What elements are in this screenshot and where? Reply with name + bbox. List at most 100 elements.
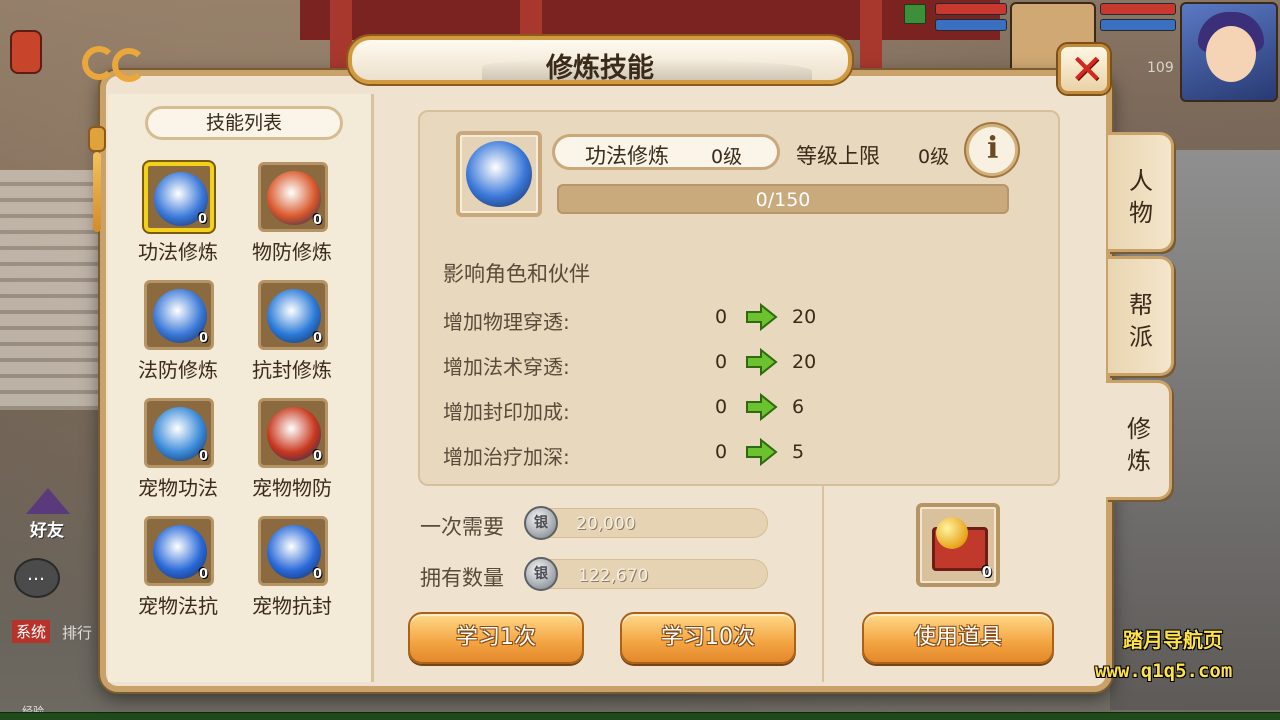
- tab-character-label: 人物: [1129, 167, 1153, 227]
- stat-current: 0: [715, 306, 728, 328]
- cost-bar: [528, 508, 768, 538]
- stat-row: 增加封印加成: 0 6: [443, 392, 863, 426]
- hero-mp-bar: [1100, 19, 1176, 31]
- info-icon: i: [987, 131, 999, 166]
- skill-icon: 0: [258, 162, 328, 232]
- exp-bar: [0, 712, 1280, 720]
- silver-coin-icon: 银: [524, 506, 558, 540]
- close-button[interactable]: ✕: [1058, 44, 1110, 94]
- pet-mp-bar: [935, 19, 1007, 31]
- owned-value: 122,670: [578, 566, 649, 586]
- skill-name: 功法修炼: [585, 144, 669, 168]
- hero-face: [1206, 26, 1256, 82]
- hero-portrait[interactable]: [1180, 2, 1278, 102]
- silver-coin-icon: 银: [524, 557, 558, 591]
- chat-icon[interactable]: [14, 558, 60, 598]
- stat-next: 20: [792, 306, 817, 328]
- skill-name-pill: 功法修炼 0级: [552, 134, 780, 170]
- skill-item[interactable]: 0 法防修炼: [138, 280, 248, 390]
- skill-count: 0: [312, 449, 322, 464]
- tab-guild[interactable]: 帮派: [1108, 256, 1174, 376]
- stat-label: 增加法术穿透:: [443, 355, 570, 379]
- use-item-button[interactable]: 使用道具: [862, 612, 1054, 664]
- rank-text: 排行: [62, 624, 93, 642]
- green-arrow-icon: [746, 302, 778, 332]
- skill-count: 0: [197, 212, 207, 227]
- skill-label: 法防修炼: [138, 358, 218, 382]
- skill-label: 宠物法抗: [138, 594, 218, 618]
- skill-icon: 0: [144, 516, 214, 586]
- learn-once-button[interactable]: 学习1次: [408, 612, 584, 664]
- pet-hp-bar: [935, 3, 1007, 15]
- skill-icon: 0: [144, 398, 214, 468]
- stat-next: 5: [792, 441, 805, 463]
- tab-cultivation[interactable]: 修炼: [1106, 380, 1172, 500]
- stat-label: 增加封印加成:: [443, 400, 570, 424]
- friend-icon: [26, 488, 70, 514]
- skill-item[interactable]: 0 宠物物防: [252, 398, 362, 508]
- close-icon: ✕: [1070, 47, 1104, 93]
- tab-guild-label: 帮派: [1129, 291, 1153, 351]
- cloud-ornament: [82, 46, 152, 86]
- skill-icon: 0: [258, 280, 328, 350]
- cost-value: 20,000: [576, 514, 636, 534]
- skill-list-header: 技能列表: [145, 106, 343, 140]
- stat-row: 增加治疗加深: 0 5: [443, 437, 863, 471]
- level-cap-label: 等级上限: [796, 144, 880, 168]
- skill-count: 0: [198, 567, 208, 582]
- skill-icon: 0: [144, 162, 214, 232]
- skill-count: 0: [312, 213, 322, 228]
- stat-label: 增加治疗加深:: [443, 445, 570, 469]
- skill-count: 0: [312, 567, 322, 582]
- stat-next: 6: [792, 396, 805, 418]
- skill-item[interactable]: 0 抗封修炼: [252, 280, 362, 390]
- window-title: 修炼技能: [546, 53, 654, 84]
- stat-current: 0: [715, 351, 728, 373]
- skill-icon: 0: [258, 398, 328, 468]
- pet-status-bars: [935, 3, 1007, 43]
- skill-item[interactable]: 0 宠物抗封: [252, 516, 362, 626]
- green-arrow-icon: [746, 392, 778, 422]
- info-button[interactable]: i: [966, 124, 1018, 176]
- skill-emblem-icon: [466, 141, 532, 207]
- lantern-icon: [10, 30, 42, 74]
- level-cap-value: 0级: [918, 146, 950, 168]
- skill-icon: 0: [144, 280, 214, 350]
- hero-hp-bar: [1100, 3, 1176, 15]
- buff-icon[interactable]: [904, 4, 926, 24]
- exp-progress-bar: 0/150: [557, 184, 1009, 214]
- tab-character[interactable]: 人物: [1108, 132, 1174, 252]
- skill-label: 抗封修炼: [252, 358, 332, 382]
- temple-roof: [300, 0, 1000, 40]
- tassel-ornament: [84, 96, 110, 236]
- green-arrow-icon: [746, 437, 778, 467]
- skill-item[interactable]: 0 宠物功法: [138, 398, 248, 508]
- skill-count: 0: [312, 331, 322, 346]
- skill-item[interactable]: 0 物防修炼: [252, 162, 362, 272]
- skill-label: 功法修炼: [138, 240, 218, 264]
- stat-next: 20: [792, 351, 817, 373]
- cost-label: 一次需要: [420, 515, 504, 539]
- friend-label: 好友: [30, 521, 64, 541]
- skill-item[interactable]: 0 功法修炼: [138, 162, 248, 272]
- stat-label: 增加物理穿透:: [443, 310, 570, 334]
- skill-label: 宠物功法: [138, 476, 218, 500]
- panel-divider: [822, 486, 824, 682]
- skill-icon: 0: [258, 516, 328, 586]
- skill-label: 宠物抗封: [252, 594, 332, 618]
- system-tag: 系统: [12, 620, 51, 643]
- green-arrow-icon: [746, 347, 778, 377]
- affect-label: 影响角色和伙伴: [443, 262, 590, 286]
- skill-count: 0: [198, 449, 208, 464]
- item-count: 0: [981, 563, 992, 581]
- friend-button[interactable]: 好友: [10, 488, 80, 548]
- watermark-title: 踏月导航页: [1123, 628, 1223, 652]
- tab-cultivation-label: 修炼: [1127, 415, 1151, 475]
- title-banner: 修炼技能: [348, 36, 852, 84]
- skill-item[interactable]: 0 宠物法抗: [138, 516, 248, 626]
- hero-status-bars: [1100, 3, 1176, 43]
- exp-progress-text: 0/150: [755, 189, 811, 211]
- learn-ten-button[interactable]: 学习10次: [620, 612, 796, 664]
- selected-skill-icon: [456, 131, 542, 217]
- item-slot[interactable]: 0: [916, 503, 1000, 587]
